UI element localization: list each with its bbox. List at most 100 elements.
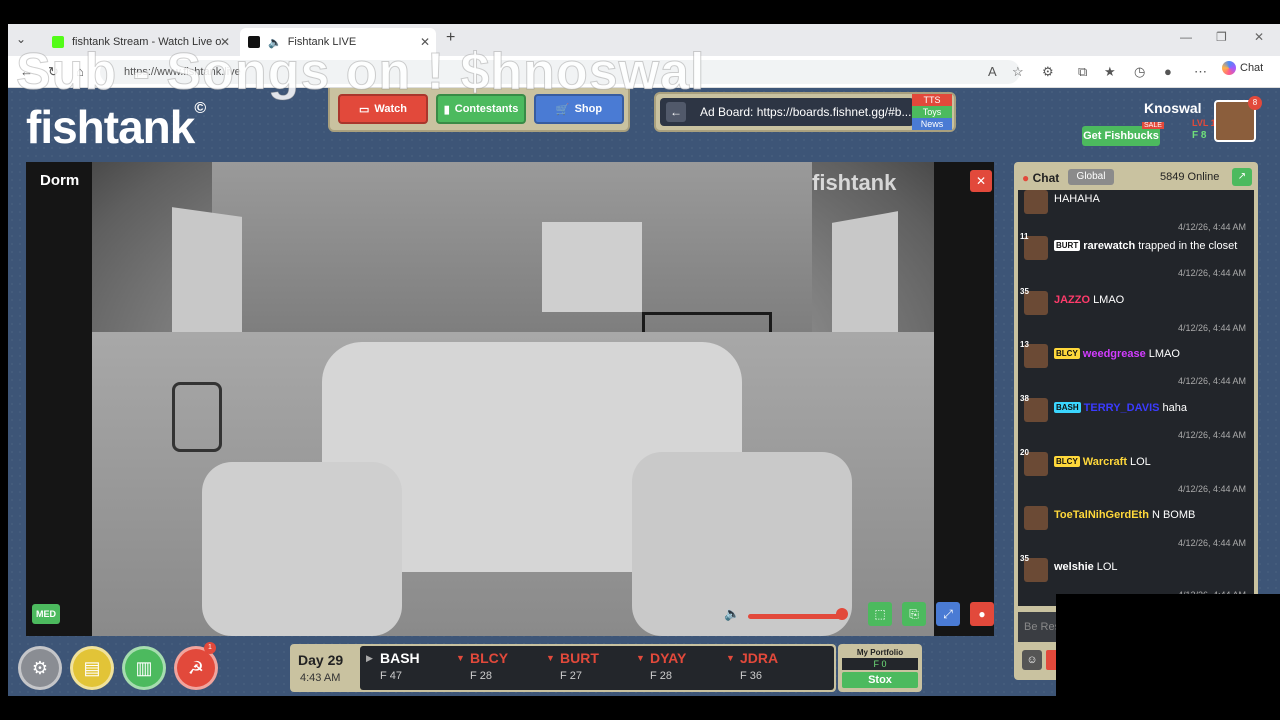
logo-mark: © <box>194 100 206 117</box>
closet-doors <box>542 222 642 312</box>
volume-slider[interactable] <box>748 614 842 619</box>
favorites-icon[interactable]: ★ <box>1104 64 1116 80</box>
maximize-icon[interactable]: ❐ <box>1216 30 1227 44</box>
shop-button[interactable]: 🛒 Shop <box>534 94 624 124</box>
chat-text: trapped in the closet <box>1138 240 1238 252</box>
chat-user-level: 11 <box>1020 232 1029 241</box>
tab-list-chevron-icon[interactable]: ⌄ <box>16 32 26 46</box>
browser-tab-kick[interactable]: fishtank Stream - Watch Live on Ki ✕ <box>44 28 236 56</box>
chat-message: 20 BLCY Warcraft LOL 4/12/26, 4:44 AM <box>1018 446 1254 498</box>
minimize-icon[interactable]: — <box>1180 30 1192 44</box>
chat-username[interactable]: Warcraft <box>1083 456 1127 468</box>
settings-gear-icon[interactable]: ⚙ <box>18 646 62 690</box>
chat-username[interactable]: weedgrease <box>1083 348 1146 360</box>
fish-icon <box>248 36 260 48</box>
chat-username[interactable]: rarewatch <box>1083 240 1135 252</box>
close-tab-icon[interactable]: ✕ <box>220 35 230 49</box>
address-bar[interactable]: https://www.fishtank.live <box>100 60 1020 84</box>
stock-item[interactable]: ▼ DYAY F 28 <box>636 650 726 682</box>
chat-timestamp: 4/12/26, 4:44 AM <box>1177 323 1246 333</box>
stock-item[interactable]: ▼ JDRA F 36 <box>726 650 816 682</box>
close-video-button[interactable]: ✕ <box>970 170 992 192</box>
home-icon[interactable]: ⌂ <box>76 64 84 79</box>
chat-message-text: BLCY Warcraft LOL <box>1054 454 1250 470</box>
stock-item[interactable]: ▼ BLCY F 28 <box>456 650 546 682</box>
fishbucks-icon[interactable]: ▥ <box>122 646 166 690</box>
fullscreen-icon[interactable]: ⤢ <box>936 602 960 626</box>
cart-icon: 🛒 <box>555 103 570 116</box>
emoji-icon[interactable]: ☺ <box>1022 650 1042 670</box>
chat-timestamp: 4/12/26, 4:44 AM <box>1177 268 1246 278</box>
chair <box>172 382 222 452</box>
stock-ticker[interactable]: ▶ BASH F 47 ▼ BLCY F 28 ▼ BURT F 27 ▼ DY… <box>360 646 834 690</box>
tab-tts[interactable]: TTS <box>912 94 952 106</box>
tab-toys[interactable]: Toys <box>912 106 952 118</box>
speaker-icon[interactable]: 🔈 <box>268 36 282 49</box>
chat-title: ● Chat <box>1022 171 1059 185</box>
watch-button[interactable]: ▭ Watch <box>338 94 428 124</box>
quality-button[interactable]: MED <box>32 604 60 624</box>
notification-badge[interactable]: 8 <box>1248 96 1262 110</box>
cast-icon[interactable]: ⎘ <box>902 602 926 626</box>
ad-board: ← Ad Board: https://boards.fishnet.gg/#b… <box>654 92 956 132</box>
copilot-chat-button[interactable]: Chat <box>1222 61 1263 75</box>
chat-timestamp: 4/12/26, 4:44 AM <box>1177 484 1246 494</box>
notification-badge: 1 <box>204 642 216 654</box>
favorite-star-icon[interactable]: ☆ <box>1012 64 1024 80</box>
chat-messages[interactable]: HAHAHA 4/12/26, 4:44 AM 11 BURT rarewatch tra… <box>1018 190 1254 606</box>
portfolio-label: My Portfolio <box>856 648 904 657</box>
chat-username[interactable]: TERRY_DAVIS <box>1084 402 1160 414</box>
up-arrow-icon: ▶ <box>366 653 373 663</box>
chat-message-text: welshie LOL <box>1054 560 1250 575</box>
close-window-icon[interactable]: ✕ <box>1254 30 1264 44</box>
stock-symbol: BURT <box>560 650 599 666</box>
chat-message: 11 BURT rarewatch trapped in the closet 4/12… <box>1018 230 1254 282</box>
chat-text: LOL <box>1096 561 1118 573</box>
back-icon[interactable]: ← <box>20 64 33 79</box>
username[interactable]: Knoswal <box>1144 100 1202 116</box>
more-icon[interactable]: ⋯ <box>1194 64 1207 80</box>
stock-item[interactable]: ▼ BURT F 27 <box>546 650 636 682</box>
stock-symbol: JDRA <box>740 650 779 666</box>
refresh-icon[interactable]: ↻ <box>48 64 59 80</box>
chat-message-text: BURT rarewatch trapped in the closet <box>1054 238 1250 254</box>
history-icon[interactable]: ◷ <box>1134 64 1145 80</box>
ad-board-display[interactable]: ← Ad Board: https://boards.fishnet.gg/#b… <box>660 98 914 126</box>
nav-panel: ▭ Watch ▮ Contestants 🛒 Shop <box>328 88 630 132</box>
bed-right <box>632 452 852 636</box>
split-screen-icon[interactable]: ⧉ <box>1078 64 1087 80</box>
camera-feed[interactable] <box>92 162 934 636</box>
chat-avatar[interactable] <box>1024 190 1048 214</box>
bed-left <box>202 462 402 636</box>
browser-tab-fishtank[interactable]: 🔈 Fishtank LIVE ✕ <box>240 28 436 56</box>
record-button[interactable]: ● <box>970 602 994 626</box>
stock-item[interactable]: ▶ BASH F 47 <box>366 650 456 682</box>
tab-global[interactable]: Global <box>1068 169 1114 185</box>
items-icon[interactable]: ▤ <box>70 646 114 690</box>
close-tab-icon[interactable]: ✕ <box>420 35 430 49</box>
volume-icon[interactable]: 🔈 <box>724 606 740 622</box>
clip-button[interactable]: ⬚ <box>868 602 892 626</box>
contestants-button[interactable]: ▮ Contestants <box>436 94 526 124</box>
new-tab-button[interactable]: + <box>446 29 455 47</box>
fishtank-logo[interactable]: fishtank© <box>26 100 206 154</box>
chat-message-text: BLCY weedgrease LMAO <box>1054 346 1250 362</box>
tab-news[interactable]: News <box>912 118 952 130</box>
portfolio-panel: My Portfolio F 0 Stox <box>838 644 922 692</box>
volume-slider-handle[interactable] <box>836 608 848 620</box>
chat-avatar[interactable] <box>1024 506 1048 530</box>
read-aloud-icon[interactable]: A <box>988 64 997 79</box>
chat-username[interactable]: JAZZO <box>1054 294 1090 306</box>
browser-window: ⌄ fishtank Stream - Watch Live on Ki ✕ 🔈… <box>8 24 1280 696</box>
chat-username[interactable]: ToeTalNihGerdEth <box>1054 509 1149 521</box>
share-icon[interactable]: ↗ <box>1232 168 1252 186</box>
get-fishbucks-button[interactable]: Get Fishbucks <box>1082 126 1160 146</box>
profile-icon[interactable]: ● <box>1164 64 1172 79</box>
chat-user-level: 35 <box>1020 287 1029 296</box>
back-arrow-icon[interactable]: ← <box>666 102 686 122</box>
stock-value: F 28 <box>650 670 673 682</box>
chat-username[interactable]: welshie <box>1054 561 1094 573</box>
stox-button[interactable]: Stox <box>842 672 918 688</box>
video-player[interactable]: Dorm fishtank ✕ MED 🔈 ⬚ ⎘ ⤢ ● <box>26 162 994 636</box>
extensions-icon[interactable]: ⚙ <box>1042 64 1054 80</box>
